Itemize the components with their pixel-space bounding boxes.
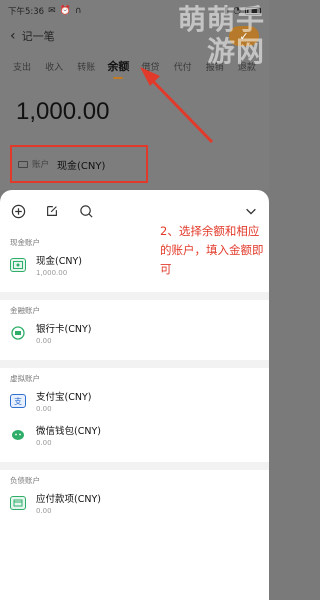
account-row-bank-card[interactable]: 银行卡(CNY) 0.00 <box>0 316 269 350</box>
account-name: 应付款项(CNY) <box>36 494 101 505</box>
account-name: 微信钱包(CNY) <box>36 426 101 437</box>
headset-icon: ∩ <box>74 5 82 16</box>
tab-loan[interactable]: 借贷 <box>135 60 167 73</box>
tab-transfer[interactable]: 转账 <box>70 60 102 73</box>
account-balance: 1,000.00 <box>36 269 68 277</box>
account-row-wechat[interactable]: 微信钱包(CNY) 0.00 <box>0 418 269 452</box>
divider <box>0 292 269 300</box>
account-balance: 0.00 <box>36 439 52 447</box>
tab-income[interactable]: 收入 <box>38 60 70 73</box>
account-row-payable[interactable]: 应付款项(CNY) 0.00 <box>0 486 269 520</box>
watermark: 萌萌手 游网 <box>177 3 265 68</box>
group-header-liability: 负债账户 <box>10 476 40 485</box>
alipay-icon: 支 <box>10 394 26 408</box>
account-balance: 0.00 <box>36 405 52 413</box>
bank-card-icon <box>10 326 26 340</box>
wechat-icon <box>10 428 26 442</box>
account-name: 现金(CNY) <box>36 256 82 267</box>
tab-balance[interactable]: 余额 <box>102 58 134 74</box>
chevron-down-icon[interactable] <box>243 203 259 219</box>
svg-text:支: 支 <box>14 396 22 406</box>
back-icon[interactable]: ‹ <box>10 28 16 44</box>
tab-expense[interactable]: 支出 <box>6 60 38 73</box>
add-account-icon[interactable] <box>10 203 26 219</box>
payable-icon <box>10 496 26 510</box>
account-row-alipay[interactable]: 支 支付宝(CNY) 0.00 <box>0 384 269 418</box>
status-time: 下午5:36 <box>8 7 45 17</box>
account-name: 支付宝(CNY) <box>36 392 92 403</box>
account-balance: 0.00 <box>36 337 52 345</box>
divider <box>0 462 269 470</box>
page-title: 记一笔 <box>21 30 55 43</box>
edit-icon[interactable] <box>44 203 60 219</box>
account-balance: 0.00 <box>36 507 52 515</box>
group-header-virtual: 虚拟账户 <box>10 374 40 383</box>
group-header-finance: 金融账户 <box>10 306 40 315</box>
account-selector[interactable]: 账户 现金(CNY) <box>10 145 148 183</box>
wallet-icon <box>18 160 28 168</box>
instruction-text: 2、选择余额和相应的账户，填入金额即可 <box>160 224 264 276</box>
account-picker-sheet: 2、选择余额和相应的账户，填入金额即可 现金账户 现金(CNY) 1,000.0… <box>0 190 269 600</box>
account-value: 现金(CNY) <box>57 160 106 172</box>
amount-display[interactable]: 1,000.00 <box>16 98 109 126</box>
dimmed-editor-area: 下午5:36 ✉ ⏰ ∩ ▮ ◔ ‹ 记一笔 ✓ 支出 收入 转账 余额 借贷 … <box>0 0 269 190</box>
message-icon: ✉ <box>48 5 56 16</box>
cash-icon <box>10 258 26 272</box>
divider <box>0 360 269 368</box>
search-icon[interactable] <box>78 203 94 219</box>
account-name: 银行卡(CNY) <box>36 324 92 335</box>
alarm-icon: ⏰ <box>59 5 71 16</box>
account-label: 账户 <box>32 160 50 170</box>
